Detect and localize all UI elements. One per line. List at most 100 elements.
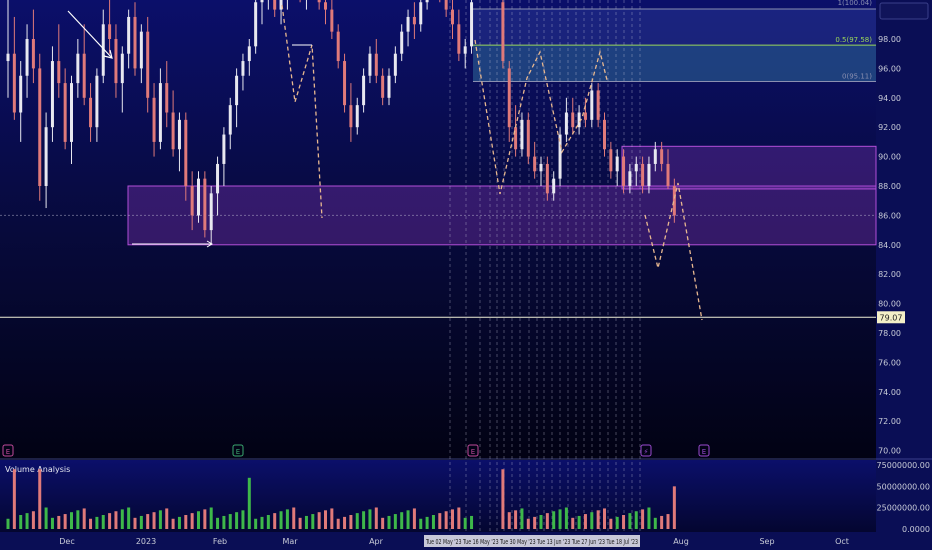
- candle-body[interactable]: [203, 178, 207, 231]
- candle-body[interactable]: [63, 83, 67, 142]
- candle-body[interactable]: [44, 127, 48, 186]
- candle-body[interactable]: [241, 61, 245, 76]
- candle-body[interactable]: [393, 53, 397, 76]
- volume-tick-label: 75000000.00: [877, 461, 930, 470]
- candle-body[interactable]: [590, 90, 594, 120]
- candle-body[interactable]: [412, 16, 416, 25]
- candle-body[interactable]: [38, 68, 42, 186]
- candle-body[interactable]: [526, 119, 530, 157]
- candle-body[interactable]: [583, 112, 587, 120]
- candle-body[interactable]: [197, 178, 200, 216]
- candle-body[interactable]: [666, 163, 670, 186]
- candle-body[interactable]: [139, 31, 143, 69]
- candle-body[interactable]: [6, 53, 10, 62]
- volume-bar: [438, 513, 442, 529]
- candle-body[interactable]: [165, 83, 169, 113]
- candle-body[interactable]: [82, 53, 86, 98]
- candle-body[interactable]: [533, 156, 537, 172]
- supply-zone[interactable]: [621, 145, 877, 190]
- candle-body[interactable]: [545, 163, 549, 194]
- candle-body[interactable]: [374, 53, 378, 76]
- candle-body[interactable]: [247, 46, 251, 62]
- candle-body[interactable]: [222, 134, 226, 164]
- candle-body[interactable]: [355, 105, 359, 128]
- candle-body[interactable]: [317, 0, 321, 3]
- candle-body[interactable]: [381, 75, 385, 98]
- candle-body[interactable]: [31, 39, 35, 69]
- symbol-box[interactable]: [879, 2, 929, 20]
- candle-body[interactable]: [152, 97, 156, 142]
- candle-body[interactable]: [133, 16, 137, 69]
- candle-body[interactable]: [603, 119, 606, 150]
- candle-body[interactable]: [95, 75, 99, 128]
- candle-body[interactable]: [596, 90, 600, 120]
- candle-body[interactable]: [343, 61, 347, 106]
- candle-body[interactable]: [609, 149, 613, 172]
- candle-body[interactable]: [463, 46, 467, 54]
- candle-body[interactable]: [520, 119, 524, 150]
- candle-body[interactable]: [273, 0, 277, 10]
- candle-body[interactable]: [634, 163, 638, 172]
- candle-body[interactable]: [514, 127, 518, 150]
- candle-body[interactable]: [235, 75, 239, 106]
- candle-body[interactable]: [628, 171, 632, 186]
- candle-body[interactable]: [419, 2, 423, 25]
- candle-body[interactable]: [457, 24, 461, 54]
- candle-body[interactable]: [114, 39, 118, 84]
- candle-body[interactable]: [641, 163, 645, 186]
- volume-bar: [19, 515, 23, 529]
- candle-body[interactable]: [615, 156, 619, 172]
- candle-body[interactable]: [260, 0, 264, 3]
- candle-body[interactable]: [387, 75, 391, 98]
- candle-body[interactable]: [552, 178, 556, 194]
- candle-body[interactable]: [672, 186, 676, 216]
- candle-body[interactable]: [564, 112, 568, 135]
- candle-body[interactable]: [425, 0, 429, 3]
- candle-body[interactable]: [171, 112, 175, 150]
- candle-body[interactable]: [400, 31, 404, 54]
- candle-body[interactable]: [127, 16, 131, 54]
- candle-body[interactable]: [406, 16, 410, 32]
- candle-body[interactable]: [324, 2, 327, 10]
- candle-body[interactable]: [70, 83, 73, 142]
- volume-bar: [533, 516, 537, 529]
- candle-body[interactable]: [622, 156, 626, 186]
- candle-body[interactable]: [539, 163, 543, 172]
- candle-body[interactable]: [216, 163, 220, 194]
- candle-body[interactable]: [653, 149, 657, 164]
- candle-body[interactable]: [12, 53, 16, 113]
- candle-body[interactable]: [451, 9, 454, 25]
- candle-body[interactable]: [209, 193, 213, 231]
- candle-body[interactable]: [190, 186, 194, 216]
- candle-body[interactable]: [444, 0, 448, 10]
- candle-body[interactable]: [76, 53, 80, 84]
- candle-body[interactable]: [89, 97, 93, 128]
- candle-body[interactable]: [57, 61, 61, 84]
- price-chart[interactable]: E E E ⚡ E Volume Analysis 75000000.0050000000…: [0, 0, 932, 550]
- candle-body[interactable]: [254, 2, 258, 47]
- candle-body[interactable]: [571, 112, 575, 128]
- candle-body[interactable]: [108, 24, 112, 39]
- candle-body[interactable]: [120, 53, 124, 84]
- candle-body[interactable]: [228, 105, 232, 135]
- candle-body[interactable]: [25, 39, 29, 76]
- candle-body[interactable]: [660, 149, 664, 164]
- candle-body[interactable]: [349, 105, 353, 128]
- fib-mid-label: 0.5(97.58): [835, 36, 872, 44]
- candle-body[interactable]: [368, 53, 372, 76]
- candle-body[interactable]: [470, 2, 474, 47]
- candle-body[interactable]: [146, 31, 150, 98]
- candle-body[interactable]: [501, 2, 505, 62]
- candle-body[interactable]: [336, 31, 340, 62]
- candle-body[interactable]: [184, 119, 188, 186]
- candle-body[interactable]: [362, 75, 366, 106]
- candle-body[interactable]: [647, 163, 651, 186]
- candle-body[interactable]: [19, 75, 23, 113]
- time-axis-label: Aug: [673, 537, 689, 546]
- candle-body[interactable]: [330, 9, 334, 32]
- candle-body[interactable]: [50, 61, 54, 128]
- candle-body[interactable]: [507, 68, 511, 128]
- volume-bar: [76, 510, 80, 529]
- candle-body[interactable]: [158, 83, 162, 142]
- candle-body[interactable]: [177, 119, 181, 150]
